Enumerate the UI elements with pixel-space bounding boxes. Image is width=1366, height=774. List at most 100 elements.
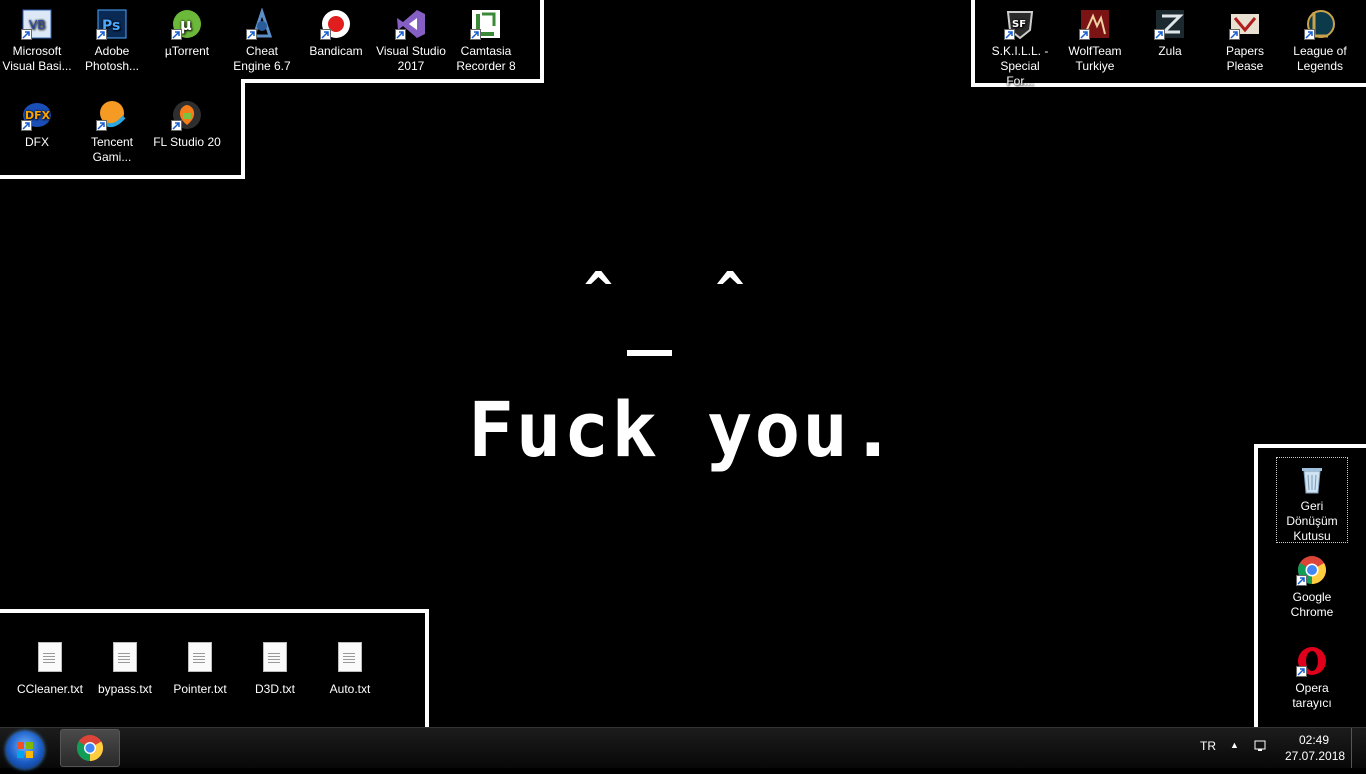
shortcut-arrow-icon	[395, 29, 406, 40]
desktop-icon-label: WolfTeam Turkiye	[1068, 44, 1122, 73]
desktop-icon-opera[interactable]: Opera tarayıcı	[1275, 639, 1349, 719]
fl-studio-icon	[171, 99, 203, 131]
desktop-icon-bandicam[interactable]: Bandicam	[299, 2, 373, 82]
papers-please-icon	[1229, 8, 1261, 40]
desktop-icon-label: DFX	[25, 135, 49, 149]
desktop-icon-label: S.K.I.L.L. - Special For...	[991, 44, 1049, 88]
desktop-icon-label: Auto.txt	[329, 682, 371, 696]
text-file-icon	[263, 642, 287, 672]
chrome-icon	[1296, 554, 1328, 586]
bandicam-icon	[320, 8, 352, 40]
shortcut-arrow-icon	[1296, 575, 1307, 586]
shortcut-arrow-icon	[1004, 29, 1015, 40]
desktop-file-pointer[interactable]: Pointer.txt	[163, 638, 237, 718]
shortcut-arrow-icon	[96, 29, 107, 40]
desktop-icon-label: D3D.txt	[254, 682, 295, 696]
shortcut-arrow-icon	[320, 29, 331, 40]
desktop-icon-visual-basic[interactable]: VB Microsoft Visual Basi...	[0, 2, 74, 82]
desktop-icon-label: Tencent Gami...	[90, 135, 134, 164]
desktop-icon-photoshop[interactable]: Ps Adobe Photosh...	[75, 2, 149, 82]
desktop-icon-label: bypass.txt	[97, 682, 153, 696]
desktop-icon-label: Adobe Photosh...	[84, 44, 140, 73]
opera-icon	[1296, 645, 1328, 677]
desktop-icon-label: Google Chrome	[1290, 590, 1334, 619]
league-of-legends-icon	[1304, 8, 1336, 40]
desktop-icon-cheat-engine[interactable]: Cheat Engine 6.7	[225, 2, 299, 82]
desktop-icon-label: CCleaner.txt	[16, 682, 84, 696]
text-file-icon	[338, 642, 362, 672]
desktop-icon-visual-studio[interactable]: Visual Studio 2017	[374, 2, 448, 82]
shortcut-arrow-icon	[1229, 29, 1240, 40]
network-icon[interactable]	[1254, 739, 1268, 756]
shortcut-arrow-icon	[96, 120, 107, 131]
chrome-icon	[76, 735, 104, 762]
desktop-file-bypass[interactable]: bypass.txt	[88, 638, 162, 718]
skill-icon: SF	[1004, 8, 1036, 40]
desktop-icon-label: Geri Dönüşüm Kutusu	[1286, 499, 1338, 543]
shortcut-arrow-icon	[171, 120, 182, 131]
desktop-icon-skill[interactable]: SF S.K.I.L.L. - Special For...	[983, 2, 1057, 88]
start-button[interactable]	[6, 731, 44, 769]
shortcut-arrow-icon	[246, 29, 257, 40]
show-desktop-button[interactable]	[1351, 728, 1366, 768]
desktop-icon-recycle-bin[interactable]: Geri Dönüşüm Kutusu	[1276, 457, 1348, 543]
desktop-icon-camtasia[interactable]: Camtasia Recorder 8	[449, 2, 523, 82]
recycle-bin-icon	[1296, 463, 1328, 495]
desktop-file-ccleaner[interactable]: CCleaner.txt	[12, 638, 88, 718]
desktop-icon-fl-studio[interactable]: FL Studio 20	[150, 93, 224, 173]
desktop-icon-wolfteam[interactable]: WolfTeam Turkiye	[1058, 2, 1132, 82]
photoshop-icon: Ps	[96, 8, 128, 40]
desktop-icon-utorrent[interactable]: µ µTorrent	[150, 2, 224, 82]
desktop-icon-league-of-legends[interactable]: League of Legends	[1283, 2, 1357, 82]
desktop-file-d3d[interactable]: D3D.txt	[238, 638, 312, 718]
wallpaper-mouth	[627, 350, 672, 356]
language-indicator[interactable]: TR	[1200, 739, 1216, 753]
desktop-icon-label: µTorrent	[164, 44, 210, 58]
utorrent-icon: µ	[171, 8, 203, 40]
zula-icon	[1154, 8, 1186, 40]
visual-studio-icon	[395, 8, 427, 40]
shortcut-arrow-icon	[470, 29, 481, 40]
clock-time[interactable]: 02:49	[1299, 733, 1329, 747]
desktop-icon-label: Zula	[1158, 44, 1182, 58]
cheat-engine-icon	[246, 7, 278, 40]
wallpaper-message: Fuck you.	[468, 385, 898, 474]
windows-logo-icon	[17, 742, 33, 758]
desktop-icon-tencent-gaming[interactable]: Tencent Gami...	[75, 93, 149, 173]
desktop-icon-label: Microsoft Visual Basi...	[2, 44, 72, 73]
text-file-icon	[113, 642, 137, 672]
text-file-icon	[188, 642, 212, 672]
desktop-icon-google-chrome[interactable]: Google Chrome	[1275, 548, 1349, 628]
desktop-icon-label: League of Legends	[1293, 44, 1347, 73]
clock-date[interactable]: 27.07.2018	[1285, 749, 1345, 763]
tencent-gaming-icon	[96, 99, 128, 131]
visual-basic-icon: VB	[21, 8, 53, 40]
desktop-icon-label: FL Studio 20	[153, 135, 221, 149]
desktop-icon-label: Bandicam	[309, 44, 363, 58]
desktop-file-auto[interactable]: Auto.txt	[313, 638, 387, 718]
camtasia-icon	[470, 8, 502, 40]
desktop-icon-label: Cheat Engine 6.7	[233, 44, 291, 73]
wallpaper-eyes: ^ ^	[584, 262, 749, 318]
desktop-icon-label: Visual Studio 2017	[376, 44, 446, 73]
dfx-icon: DFX	[21, 99, 53, 131]
shortcut-arrow-icon	[1296, 666, 1307, 677]
desktop-icon-dfx[interactable]: DFX DFX	[0, 93, 74, 173]
taskbar: TR ▲ 02:49 27.07.2018	[0, 727, 1366, 769]
taskbar-chrome-button[interactable]	[60, 729, 120, 767]
shortcut-arrow-icon	[21, 120, 32, 131]
text-file-icon	[38, 642, 62, 672]
shortcut-arrow-icon	[1079, 29, 1090, 40]
desktop-icon-label: Camtasia Recorder 8	[456, 44, 516, 73]
desktop-icon-label: Opera tarayıcı	[1292, 681, 1332, 710]
shortcut-arrow-icon	[1304, 29, 1315, 40]
shortcut-arrow-icon	[171, 29, 182, 40]
show-hidden-icons-icon[interactable]: ▲	[1230, 740, 1239, 750]
desktop-icon-label: Pointer.txt	[173, 682, 227, 696]
desktop-icon-papers-please[interactable]: Papers Please	[1208, 2, 1282, 82]
desktop-icon-zula[interactable]: Zula	[1133, 2, 1207, 82]
wolfteam-icon	[1079, 8, 1111, 40]
shortcut-arrow-icon	[21, 29, 32, 40]
desktop-icon-label: Papers Please	[1225, 44, 1265, 73]
shortcut-arrow-icon	[1154, 29, 1165, 40]
